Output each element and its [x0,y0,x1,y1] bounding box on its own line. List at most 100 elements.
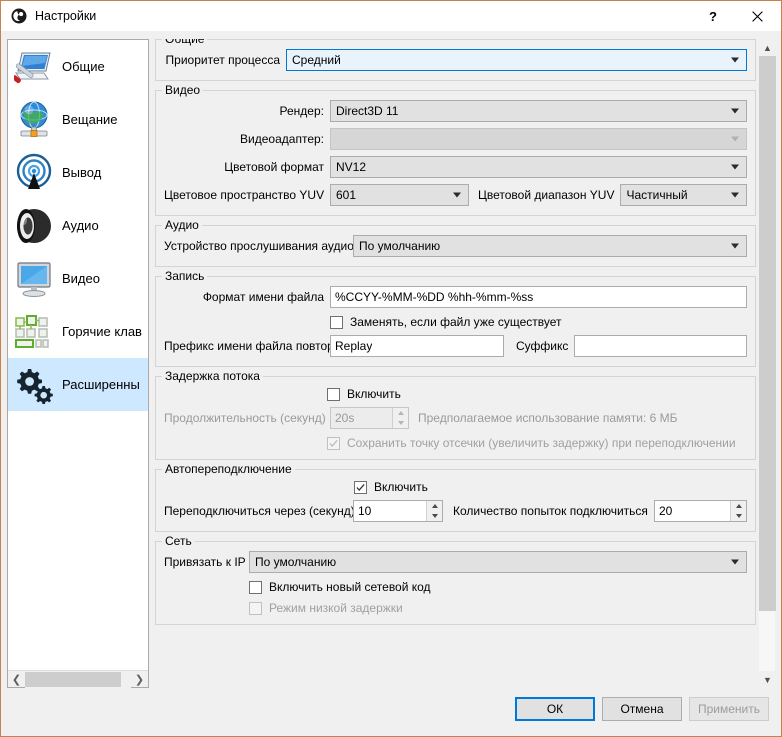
close-button[interactable] [735,1,779,31]
spinner-up-icon [393,408,408,418]
advanced-settings-scroll-area: Общие Приоритет процесса Средний Видео Р… [155,39,758,688]
sidebar-item-label: Общие [62,59,105,74]
spinner-down-icon[interactable] [731,511,746,521]
row-adapter: Видеоадаптер: [164,128,747,150]
ok-label: ОК [547,702,563,716]
retry-delay-label: Переподключиться через (секунд) [164,504,347,518]
max-retries-value: 20 [659,504,730,518]
row-delay-duration: Продолжительность (секунд) 20s Предполаг… [164,407,747,429]
filename-format-value: %CCYY-%MM-%DD %hh-%mm-%ss [335,290,533,304]
bind-ip-combobox[interactable]: По умолчанию [249,551,747,573]
title-bar: Настройки ? [1,1,781,31]
row-filename-format: Формат имени файла %CCYY-%MM-%DD %hh-%mm… [164,286,747,308]
vscroll-thumb[interactable] [759,56,776,611]
sidebar-item-hotkeys[interactable]: Горячие клав [8,305,148,358]
settings-vertical-scrollbar[interactable]: ▲ ▼ [758,39,775,688]
sidebar-item-output[interactable]: Вывод [8,146,148,199]
sidebar-item-stream[interactable]: Вещание [8,93,148,146]
retry-delay-spinbox[interactable]: 10 [353,500,443,522]
yuv-space-label: Цветовое пространство YUV [164,188,324,202]
memory-usage-hint: Предполагаемое использование памяти: 6 М… [418,411,678,425]
group-recording: Запись Формат имени файла %CCYY-%MM-%DD … [155,276,756,367]
chevron-down-icon [731,165,739,170]
sidebar-item-video[interactable]: Видео [8,252,148,305]
low-latency-label: Режим низкой задержки [269,601,403,615]
ok-button[interactable]: ОК [515,697,595,721]
group-stream-delay-legend: Задержка потока [162,369,263,383]
chevron-down-icon [731,58,739,63]
row-color-format: Цветовой формат NV12 [164,156,747,178]
yuv-space-combobox[interactable]: 601 [330,184,469,206]
process-priority-combobox[interactable]: Средний [286,49,747,71]
close-icon [752,11,763,22]
monitoring-device-label: Устройство прослушивания аудио [164,239,347,253]
help-button[interactable]: ? [691,1,735,31]
hscroll-track[interactable] [25,671,131,688]
obs-logo-icon [11,8,27,24]
replay-prefix-input[interactable]: Replay [330,335,504,357]
hscroll-thumb[interactable] [25,672,121,687]
scroll-up-icon[interactable]: ▲ [759,39,776,56]
color-format-label: Цветовой формат [164,160,324,174]
spinner-down-icon [393,418,408,428]
delay-duration-spinbox: 20s [330,407,409,429]
sidebar-item-label: Вывод [62,165,101,180]
spinner-up-icon[interactable] [731,501,746,511]
retry-delay-value: 10 [358,504,426,518]
spinner-up-icon[interactable] [427,501,442,511]
filename-format-input[interactable]: %CCYY-%MM-%DD %hh-%mm-%ss [330,286,747,308]
spinner-buttons[interactable] [426,501,442,521]
sidebar-item-audio[interactable]: Аудио [8,199,148,252]
vscroll-track[interactable] [759,56,775,671]
row-renderer: Рендер: Direct3D 11 [164,100,747,122]
speaker-icon [12,204,56,248]
row-reconnect-enable: Включить [354,480,747,494]
monitoring-device-combobox[interactable]: По умолчанию [353,235,747,257]
stream-delay-enable-checkbox[interactable] [327,388,340,401]
row-process-priority: Приоритет процесса Средний [164,49,747,71]
max-retries-label: Количество попыток подключиться [453,504,648,518]
checkmark-icon [356,483,365,492]
checkmark-icon [329,439,338,448]
auto-reconnect-enable-checkbox[interactable] [354,481,367,494]
renderer-combobox[interactable]: Direct3D 11 [330,100,747,122]
auto-reconnect-enable-label: Включить [374,480,428,494]
chevron-down-icon [731,137,739,142]
max-retries-spinbox[interactable]: 20 [654,500,747,522]
scroll-down-icon[interactable]: ▼ [759,671,776,688]
group-network: Сеть Привязать к IP По умолчанию Включит… [155,541,756,625]
sidebar-list: Общие [8,40,148,670]
scroll-right-icon[interactable]: ❯ [131,671,148,688]
sidebar-item-advanced[interactable]: Расширенны [8,358,148,411]
spinner-buttons[interactable] [730,501,746,521]
row-new-network-code: Включить новый сетевой код [249,580,747,594]
sidebar-item-label: Горячие клав [62,324,142,339]
replay-suffix-input[interactable] [574,335,747,357]
cancel-button[interactable]: Отмена [602,697,682,721]
antenna-output-icon [12,151,56,195]
chevron-down-icon [731,109,739,114]
yuv-range-combobox[interactable]: Частичный [620,184,747,206]
delay-duration-value: 20s [335,411,392,425]
sidebar-item-label: Расширенны [62,377,140,392]
stream-delay-enable-label: Включить [347,387,401,401]
yuv-range-value: Частичный [626,188,687,202]
chevron-down-icon [731,193,739,198]
sidebar-horizontal-scrollbar[interactable]: ❮ ❯ [8,670,148,687]
new-network-code-checkbox[interactable] [249,581,262,594]
group-video: Видео Рендер: Direct3D 11 Видеоадаптер: [155,90,756,216]
sidebar-item-general[interactable]: Общие [8,40,148,93]
row-overwrite: Заменять, если файл уже существует [330,315,747,329]
bind-ip-label: Привязать к IP [164,555,243,569]
renderer-label: Рендер: [164,104,324,118]
sidebar-item-label: Вещание [62,112,118,127]
spinner-down-icon[interactable] [427,511,442,521]
group-general-legend: Общие [162,39,207,46]
overwrite-checkbox[interactable] [330,316,343,329]
row-yuv: Цветовое пространство YUV 601 Цветовой д… [164,184,747,206]
delay-duration-label: Продолжительность (секунд) [164,411,324,425]
scroll-left-icon[interactable]: ❮ [8,671,25,688]
color-format-combobox[interactable]: NV12 [330,156,747,178]
sidebar-item-label: Аудио [62,218,99,233]
row-delay-enable: Включить [327,387,747,401]
